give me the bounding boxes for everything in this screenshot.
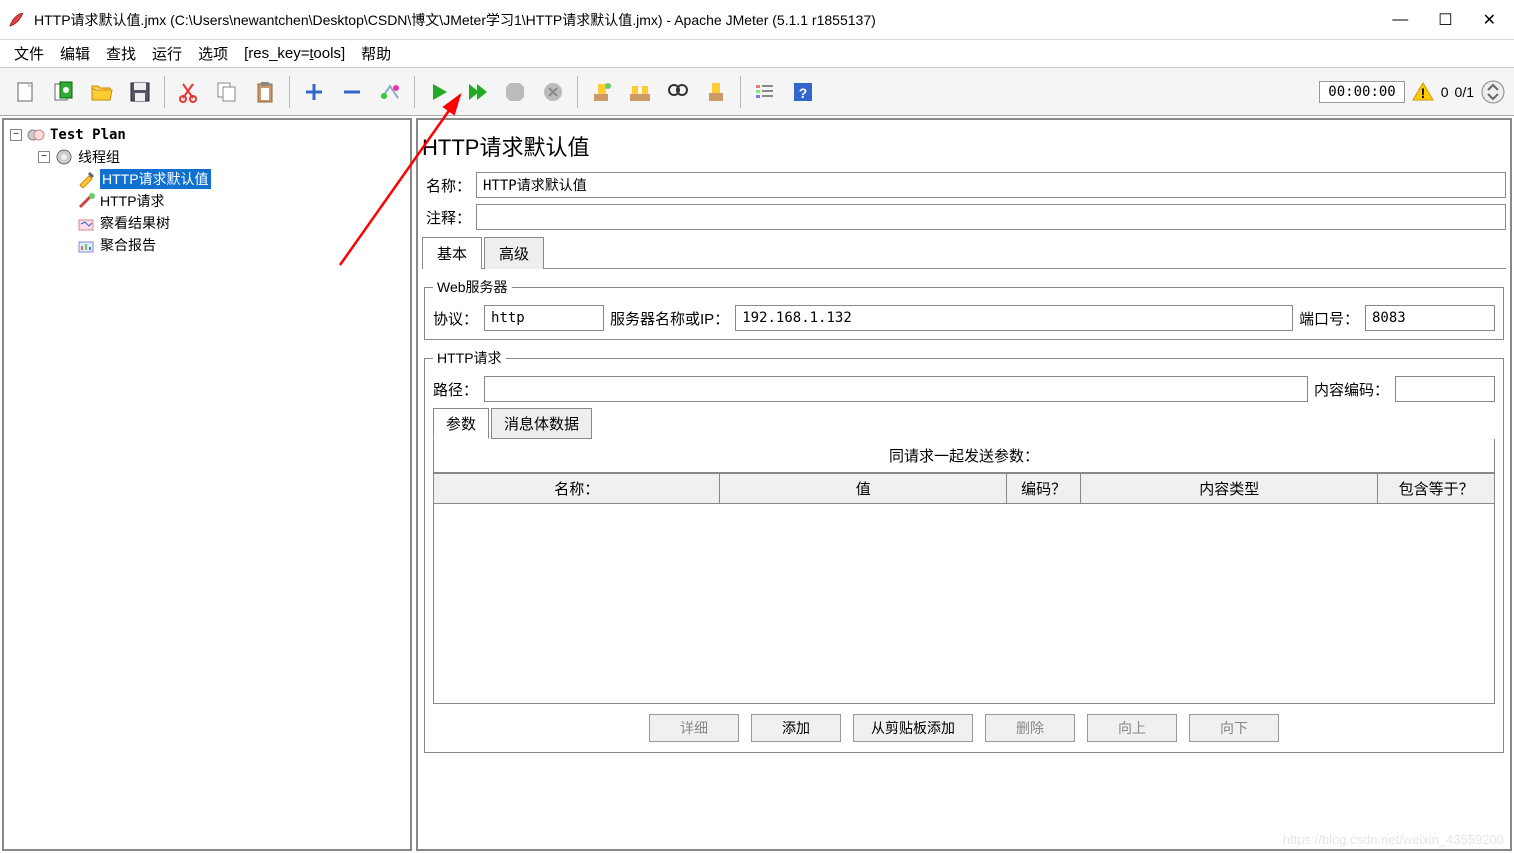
gear-icon <box>54 147 74 167</box>
port-input[interactable] <box>1365 305 1495 331</box>
svg-text:?: ? <box>799 85 808 101</box>
function-helper-button[interactable] <box>747 74 783 110</box>
test-plan-tree[interactable]: − Test Plan − 线程组 HTTP请求默认值 HTTP请求 察看结果树 <box>2 118 412 851</box>
collapse-button[interactable] <box>334 74 370 110</box>
tree-http-defaults[interactable]: HTTP请求默认值 <box>8 168 406 190</box>
help-button[interactable]: ? <box>785 74 821 110</box>
web-server-fieldset: Web服务器 协议： 服务器名称或IP： 端口号： <box>424 277 1504 340</box>
search-button[interactable] <box>660 74 696 110</box>
protocol-input[interactable] <box>484 305 604 331</box>
name-input[interactable] <box>476 172 1506 198</box>
menu-options[interactable]: 选项 <box>192 41 234 66</box>
param-subtabs: 参数 消息体数据 <box>433 408 1495 439</box>
paste-button[interactable] <box>247 74 283 110</box>
warning-count: 0 <box>1441 84 1449 100</box>
app-icon <box>8 12 24 28</box>
subtab-body[interactable]: 消息体数据 <box>491 408 592 439</box>
menu-run[interactable]: 运行 <box>146 41 188 66</box>
path-input[interactable] <box>484 376 1308 402</box>
tree-aggregate[interactable]: 聚合报告 <box>8 234 406 256</box>
server-input[interactable] <box>735 305 1293 331</box>
menu-help[interactable]: 帮助 <box>355 41 397 66</box>
path-label: 路径： <box>433 379 478 400</box>
report-icon <box>76 235 96 255</box>
clear-button[interactable] <box>584 74 620 110</box>
stop-button[interactable] <box>497 74 533 110</box>
warning-icon: ! <box>1411 80 1435 104</box>
clear-all-button[interactable] <box>622 74 658 110</box>
new-button[interactable] <box>8 74 44 110</box>
expand-button[interactable] <box>296 74 332 110</box>
minimize-button[interactable]: — <box>1392 11 1408 29</box>
name-label: 名称： <box>422 175 476 196</box>
web-server-legend: Web服务器 <box>433 277 512 297</box>
delete-button: 删除 <box>985 714 1075 742</box>
menu-search[interactable]: 查找 <box>100 41 142 66</box>
shutdown-button[interactable] <box>535 74 571 110</box>
menu-file[interactable]: 文件 <box>8 41 50 66</box>
reset-search-button[interactable] <box>698 74 734 110</box>
comment-input[interactable] <box>476 204 1506 230</box>
testplan-icon <box>26 125 46 145</box>
sampler-icon <box>76 191 96 211</box>
add-button[interactable]: 添加 <box>751 714 841 742</box>
encoding-input[interactable] <box>1395 376 1495 402</box>
config-panel: HTTP请求默认值 名称： 注释： 基本 高级 Web服务器 协议： 服务器名称… <box>416 118 1512 851</box>
svg-text:!: ! <box>1420 85 1425 101</box>
copy-button[interactable] <box>209 74 245 110</box>
col-encode[interactable]: 编码？ <box>1006 474 1080 504</box>
config-icon <box>76 169 96 189</box>
subtab-params[interactable]: 参数 <box>433 408 489 439</box>
col-name[interactable]: 名称： <box>434 474 720 504</box>
window-title: HTTP请求默认值.jmx (C:\Users\newantchen\Deskt… <box>34 10 1392 30</box>
watermark: https://blog.csdn.net/weixin_43559200 <box>1283 832 1504 847</box>
col-content-type[interactable]: 内容类型 <box>1081 474 1378 504</box>
config-tabs: 基本 高级 <box>422 236 1506 269</box>
server-label: 服务器名称或IP： <box>610 308 729 329</box>
collapse-icon[interactable]: − <box>38 151 50 163</box>
port-label: 端口号： <box>1299 308 1359 329</box>
encoding-label: 内容编码： <box>1314 379 1389 400</box>
toggle-button[interactable] <box>372 74 408 110</box>
params-caption: 同请求一起发送参数： <box>433 439 1495 473</box>
start-no-pause-button[interactable] <box>459 74 495 110</box>
start-button[interactable] <box>421 74 457 110</box>
tree-view-results[interactable]: 察看结果树 <box>8 212 406 234</box>
templates-button[interactable] <box>46 74 82 110</box>
menu-tools[interactable]: [res_key=tools] <box>238 43 351 64</box>
up-button: 向上 <box>1087 714 1177 742</box>
params-body[interactable] <box>433 504 1495 704</box>
toolbar: ? 00:00:00 ! 0 0/1 <box>0 68 1514 116</box>
down-button: 向下 <box>1189 714 1279 742</box>
http-request-fieldset: HTTP请求 路径： 内容编码： 参数 消息体数据 同请求一起发送参数： 名称：… <box>424 348 1504 753</box>
open-button[interactable] <box>84 74 120 110</box>
expand-toggle-icon[interactable] <box>1480 79 1506 105</box>
menu-edit[interactable]: 编辑 <box>54 41 96 66</box>
panel-title: HTTP请求默认值 <box>422 124 1506 172</box>
titlebar: HTTP请求默认值.jmx (C:\Users\newantchen\Deskt… <box>0 0 1514 40</box>
close-button[interactable]: ✕ <box>1483 10 1496 30</box>
save-button[interactable] <box>122 74 158 110</box>
col-include-equals[interactable]: 包含等于？ <box>1378 474 1495 504</box>
detail-button: 详细 <box>649 714 739 742</box>
thread-count: 0/1 <box>1455 84 1474 100</box>
collapse-icon[interactable]: − <box>10 129 22 141</box>
timer-display: 00:00:00 <box>1319 81 1404 103</box>
params-table[interactable]: 名称： 值 编码？ 内容类型 包含等于？ <box>433 473 1495 504</box>
tab-basic[interactable]: 基本 <box>422 237 482 269</box>
tree-thread-group[interactable]: − 线程组 <box>8 146 406 168</box>
results-icon <box>76 213 96 233</box>
protocol-label: 协议： <box>433 308 478 329</box>
cut-button[interactable] <box>171 74 207 110</box>
maximize-button[interactable]: ☐ <box>1438 10 1452 30</box>
tree-http-request[interactable]: HTTP请求 <box>8 190 406 212</box>
menubar: 文件 编辑 查找 运行 选项 [res_key=tools] 帮助 <box>0 40 1514 68</box>
tab-advanced[interactable]: 高级 <box>484 237 544 269</box>
http-request-legend: HTTP请求 <box>433 348 506 368</box>
comment-label: 注释： <box>422 207 476 228</box>
params-button-row: 详细 添加 从剪贴板添加 删除 向上 向下 <box>433 704 1495 744</box>
col-value[interactable]: 值 <box>720 474 1006 504</box>
tree-root[interactable]: − Test Plan <box>8 124 406 146</box>
add-clipboard-button[interactable]: 从剪贴板添加 <box>853 714 973 742</box>
